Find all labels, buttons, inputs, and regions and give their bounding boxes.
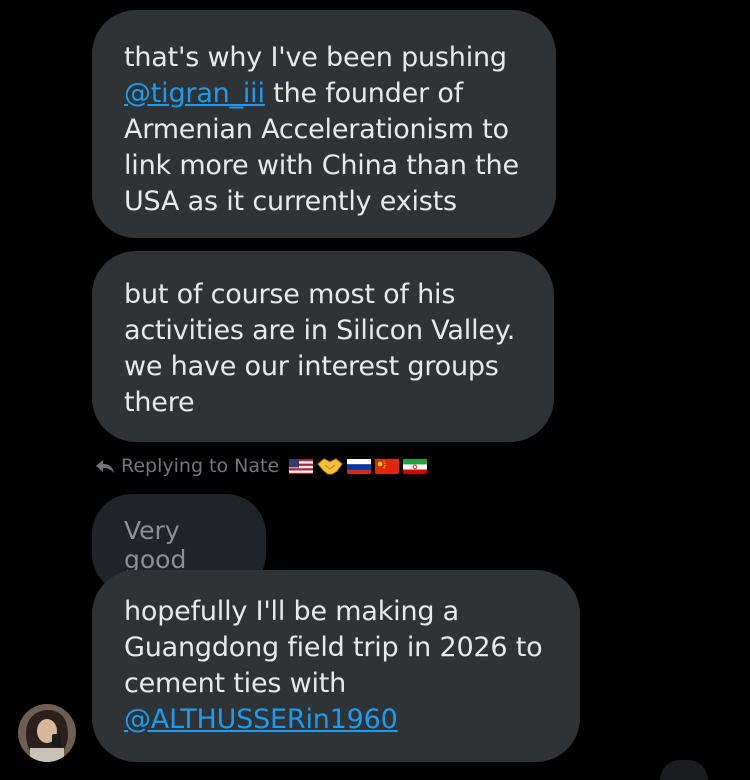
message-text: hopefully I'll be making a Guangdong fie… — [124, 594, 548, 738]
message-text: but of course most of his activities are… — [124, 279, 516, 418]
message-text-part: hopefully I'll be making a Guangdong fie… — [124, 596, 543, 699]
handshake-icon — [317, 455, 343, 477]
message-bubble[interactable]: but of course most of his activities are… — [92, 251, 554, 442]
message-text-part: that's why I've been pushing — [124, 42, 507, 73]
reply-arrow-icon — [93, 454, 117, 478]
reply-context[interactable]: Replying to Nate — [93, 451, 428, 481]
message-bubble[interactable]: hopefully I'll be making a Guangdong fie… — [92, 570, 580, 762]
china-flag-icon — [375, 458, 400, 474]
avatar[interactable] — [18, 704, 76, 762]
flag-emojis — [289, 455, 428, 477]
mention-link[interactable]: @tigran_iii — [124, 78, 265, 109]
russia-flag-icon — [347, 458, 372, 474]
message-text: that's why I've been pushing @tigran_iii… — [124, 40, 524, 220]
reply-context-label: Replying to Nate — [121, 455, 280, 477]
quoted-message-text: Very good — [124, 516, 187, 574]
mention-link[interactable]: @ALTHUSSERin1960 — [124, 704, 398, 735]
iran-flag-icon — [403, 458, 428, 474]
scroll-down-button[interactable] — [660, 760, 708, 780]
message-bubble[interactable]: that's why I've been pushing @tigran_iii… — [92, 10, 556, 238]
us-flag-icon — [289, 458, 314, 474]
